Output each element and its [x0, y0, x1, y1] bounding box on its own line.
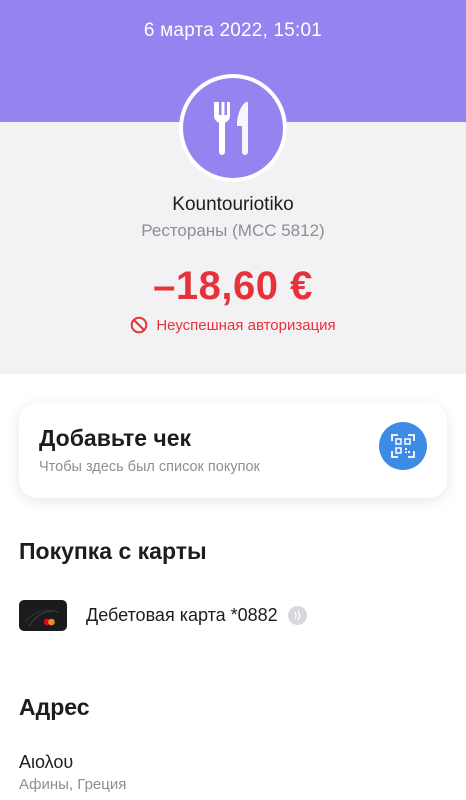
card-icon — [19, 600, 67, 631]
merchant-category: Рестораны (MCC 5812) — [141, 221, 325, 240]
status-text: Неуспешная авторизация — [156, 316, 336, 334]
address-city: Афины, Греция — [19, 776, 127, 793]
add-receipt-subtitle: Чтобы здесь был список покупок — [39, 459, 260, 475]
transaction-amount: –18,60 € — [153, 264, 313, 308]
fork-knife-icon — [214, 102, 248, 155]
merchant-name: Kountouriotiko — [172, 194, 294, 215]
contactless-icon — [287, 606, 307, 625]
authorization-status: Неуспешная авторизация — [0, 316, 466, 334]
add-receipt-title: Добавьте чек — [39, 425, 192, 451]
payment-section-title: Покупка с карты — [19, 538, 207, 564]
category-avatar — [179, 74, 287, 182]
address-street: Αιολου — [19, 752, 74, 772]
card-name: Дебетовая карта *0882 — [86, 605, 278, 625]
add-receipt-card[interactable]: Добавьте чек Чтобы здесь был список поку… — [19, 403, 447, 498]
transaction-datetime: 6 марта 2022, 15:01 — [143, 20, 323, 41]
scan-receipt-button[interactable] — [379, 422, 427, 470]
payment-card-row[interactable]: Дебетовая карта *0882 — [19, 600, 307, 631]
qr-scan-icon — [391, 434, 415, 458]
forbidden-icon — [131, 316, 148, 334]
address-section-title: Адрес — [19, 694, 90, 720]
